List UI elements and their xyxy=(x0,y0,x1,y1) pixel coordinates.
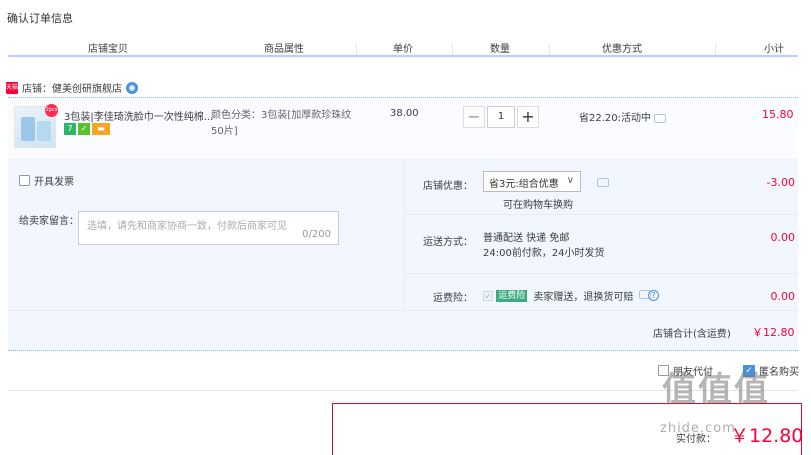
shop-total-value: ￥12.80 xyxy=(752,326,795,339)
pay-amount: ￥12.80 xyxy=(730,425,804,447)
order-item-row xyxy=(8,97,798,157)
product-thumbnail[interactable]: 2pcs xyxy=(14,104,58,148)
unit-price: 38.00 xyxy=(390,108,419,119)
column-header-subtotal: 小计 xyxy=(764,44,784,55)
column-header-item: 店铺宝贝 xyxy=(88,44,128,55)
guarantee-icon[interactable]: ✓ xyxy=(78,123,90,135)
column-header-row: 店铺宝贝 商品属性 单价 数量 优惠方式 小计 xyxy=(0,36,811,56)
shop-row: 天猫 店铺：健美创研旗舰店 ◉ xyxy=(6,80,138,95)
shipping-label: 运送方式： xyxy=(423,237,473,248)
product-pack-shape xyxy=(37,121,51,141)
shop-total-label: 店铺合计(含运费) xyxy=(653,329,731,340)
shop-discount-value: -3.00 xyxy=(766,176,795,189)
shop-discount-label: 店铺优惠： xyxy=(423,181,473,192)
cart-swap-hint: 可在购物车换购 xyxy=(503,200,573,211)
column-header-attr: 商品属性 xyxy=(264,44,304,55)
invoice-option[interactable]: 开具发票 xyxy=(19,173,74,188)
insurance-checkbox: ✓ xyxy=(483,290,493,301)
insurance-label: 运费险： xyxy=(433,293,473,304)
quantity-stepper: − 1 + xyxy=(463,106,539,130)
wangwang-chat-icon[interactable]: ◉ xyxy=(126,81,138,94)
shop-discount-selected: 省3元:组合优惠 xyxy=(489,179,559,190)
product-pack-shape xyxy=(21,117,35,141)
thumbnail-badge: 2pcs xyxy=(45,104,58,117)
chevron-down-icon: ∨ xyxy=(566,175,574,186)
shipping-value: 0.00 xyxy=(770,231,796,244)
product-title-link[interactable]: 3包装|李佳琦洗脸巾一次性纯棉... xyxy=(64,108,213,123)
memo-char-count: 0/200 xyxy=(302,229,331,240)
tmall-badge-icon: 天猫 xyxy=(6,81,18,94)
shop-discount-select[interactable]: 省3元:组合优惠 ∨ xyxy=(483,171,581,192)
column-header-price: 单价 xyxy=(393,44,413,55)
shipping-method: 普通配送 快递 免邮 xyxy=(483,233,570,244)
shipping-time: 24:00前付款，24小时发货 xyxy=(483,248,605,259)
watermark-url: zhide.com xyxy=(660,421,736,436)
freight-insurance-tag: 运费险 xyxy=(496,289,528,302)
help-icon[interactable]: ? xyxy=(648,290,659,301)
order-options-panel xyxy=(8,158,798,351)
row-divider xyxy=(8,310,798,311)
header-underline xyxy=(8,55,798,57)
memo-placeholder: 选填，请先和商家协商一致，付款后商家可见 xyxy=(87,221,287,232)
memo-label: 给卖家留言： xyxy=(19,216,79,227)
row-divider xyxy=(405,214,798,215)
product-attribute: 颜色分类：3包装[加厚款珍珠纹50片] xyxy=(211,110,352,137)
card-icon[interactable]: ▬ xyxy=(92,123,110,135)
column-header-qty: 数量 xyxy=(490,44,510,55)
item-subtotal: 15.80 xyxy=(762,108,794,121)
seven-day-return-icon[interactable]: 7 xyxy=(64,123,76,135)
invoice-label: 开具发票 xyxy=(34,177,74,188)
insurance-option: ✓ 运费险 卖家赠送，退换货可赔 xyxy=(483,288,633,303)
message-icon[interactable] xyxy=(654,113,666,123)
qty-decrease-button[interactable]: − xyxy=(463,106,485,128)
page-title: 确认订单信息 xyxy=(7,12,73,25)
row-divider xyxy=(405,273,798,274)
insurance-value: 0.00 xyxy=(770,290,796,303)
qty-input[interactable]: 1 xyxy=(487,106,515,128)
panel-divider xyxy=(404,158,405,310)
invoice-checkbox[interactable] xyxy=(19,175,30,186)
service-tags: 7 ✓ ▬ xyxy=(64,123,112,135)
promo-text: 省22.20:活动中 xyxy=(579,113,651,124)
qty-increase-button[interactable]: + xyxy=(517,106,539,128)
shop-name-link[interactable]: 店铺：健美创研旗舰店 xyxy=(22,80,122,95)
insurance-text: 卖家赠送，退换货可赔 xyxy=(533,292,634,303)
seller-memo-textarea[interactable]: 选填，请先和商家协商一致，付款后商家可见 0/200 xyxy=(78,211,339,245)
message-icon[interactable] xyxy=(597,178,609,187)
column-header-promo: 优惠方式 xyxy=(602,44,642,55)
promo-info: 省22.20:活动中 xyxy=(579,109,666,124)
watermark-brand: 值值值 xyxy=(662,370,770,410)
